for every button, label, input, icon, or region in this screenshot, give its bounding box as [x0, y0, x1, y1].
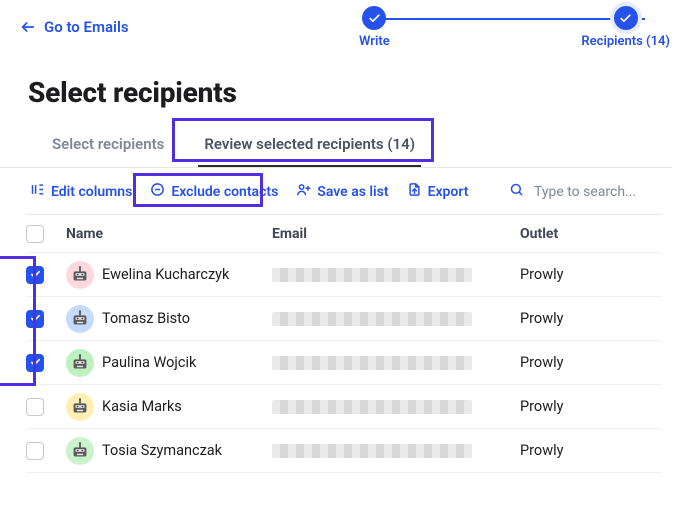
save-as-list-label: Save as list [317, 184, 388, 200]
email-redacted [272, 444, 472, 458]
row-checkbox[interactable] [26, 398, 44, 416]
user-plus-icon [296, 182, 311, 201]
tab-select-recipients[interactable]: Select recipients [46, 127, 170, 167]
exclude-contacts-button[interactable]: Exclude contacts [150, 182, 278, 201]
contact-name: Paulina Wojcik [102, 354, 272, 371]
check-icon [362, 6, 386, 30]
edit-columns-button[interactable]: Edit columns [30, 182, 132, 201]
minus-circle-icon [150, 182, 165, 201]
outlet-name: Prowly [520, 442, 662, 459]
outlet-name: Prowly [520, 398, 662, 415]
outlet-name: Prowly [520, 266, 662, 283]
top-bar: Go to Emails Write Recipients (14) [0, 0, 688, 54]
avatar [66, 393, 94, 421]
step-recipients[interactable]: Recipients (14) [581, 6, 670, 49]
export-icon [407, 182, 422, 201]
arrow-left-icon [20, 19, 36, 35]
recipients-table: Name Email Outlet Ewelina Kucharczyk Prow… [0, 215, 688, 473]
back-label: Go to Emails [44, 18, 129, 36]
select-all-checkbox[interactable] [26, 225, 44, 243]
check-icon [614, 6, 638, 30]
contact-name: Ewelina Kucharczyk [102, 266, 272, 283]
step-recipients-label: Recipients (14) [581, 34, 670, 49]
row-checkbox[interactable] [26, 310, 44, 328]
export-label: Export [428, 184, 469, 200]
row-checkbox[interactable] [26, 266, 44, 284]
edit-columns-label: Edit columns [51, 184, 132, 200]
email-redacted [272, 356, 472, 370]
exclude-contacts-label: Exclude contacts [171, 184, 278, 200]
contact-name: Kasia Marks [102, 398, 272, 415]
export-button[interactable]: Export [407, 182, 469, 201]
page-title: Select recipients [28, 76, 688, 109]
outlet-name: Prowly [520, 354, 662, 371]
back-link[interactable]: Go to Emails [20, 18, 129, 36]
row-checkbox[interactable] [26, 354, 44, 372]
progress-steps: Write Recipients (14) [353, 0, 688, 54]
step-write-label: Write [359, 34, 390, 49]
table-row: Paulina Wojcik Prowly [26, 341, 662, 385]
col-email: Email [272, 226, 520, 242]
contact-name: Tosia Szymanczak [102, 442, 272, 459]
avatar [66, 305, 94, 333]
tabs: Select recipients Review selected recipi… [0, 115, 672, 168]
avatar [66, 261, 94, 289]
search-box[interactable] [509, 182, 662, 201]
columns-icon [30, 182, 45, 201]
table-row: Kasia Marks Prowly [26, 385, 662, 429]
table-row: Tosia Szymanczak Prowly [26, 429, 662, 473]
action-bar: Edit columns Exclude contacts Save as li… [0, 168, 688, 215]
table-row: Tomasz Bisto Prowly [26, 297, 662, 341]
step-write[interactable]: Write [359, 6, 390, 49]
search-icon [509, 182, 524, 201]
row-checkbox[interactable] [26, 442, 44, 460]
email-redacted [272, 312, 472, 326]
search-input[interactable] [532, 183, 662, 201]
email-redacted [272, 268, 472, 282]
save-as-list-button[interactable]: Save as list [296, 182, 388, 201]
table-row: Ewelina Kucharczyk Prowly [26, 253, 662, 297]
col-outlet: Outlet [520, 226, 662, 242]
outlet-name: Prowly [520, 310, 662, 327]
contact-name: Tomasz Bisto [102, 310, 272, 327]
avatar [66, 437, 94, 465]
col-name: Name [66, 226, 272, 242]
table-header: Name Email Outlet [26, 215, 662, 253]
avatar [66, 349, 94, 377]
highlight-box [172, 118, 434, 162]
email-redacted [272, 400, 472, 414]
